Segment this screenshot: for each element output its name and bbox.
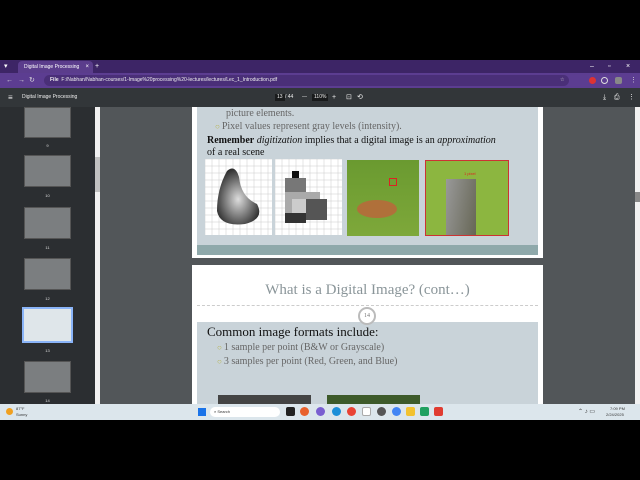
- app-red-icon[interactable]: [434, 407, 443, 416]
- taskbar-search[interactable]: ⌕ Search: [210, 407, 280, 417]
- thumbnail-label: 9: [46, 143, 49, 148]
- thumbnail-14[interactable]: [24, 361, 71, 393]
- slide-13: picture elements. Pixel values represent…: [197, 107, 538, 245]
- slide-heading: Common image formats include:: [207, 324, 379, 339]
- new-tab-button[interactable]: +: [95, 61, 99, 72]
- page-14: What is a Digital Image? (cont…) Common …: [192, 265, 543, 404]
- url-text: F:/Nabhan/Nabhan-courses/1-Image%20proce…: [61, 77, 278, 83]
- rotate-icon[interactable]: ⟲: [357, 88, 363, 107]
- app-icon[interactable]: [316, 407, 325, 416]
- thumbnail-12[interactable]: [24, 258, 71, 290]
- profile-avatar[interactable]: [615, 77, 622, 84]
- forward-icon[interactable]: →: [18, 75, 25, 86]
- back-icon[interactable]: ←: [6, 75, 13, 86]
- menu-icon[interactable]: ≡: [8, 88, 13, 107]
- zoom-out-button[interactable]: —: [302, 88, 307, 107]
- slide-number: 14: [358, 307, 376, 325]
- address-input[interactable]: File F:/Nabhan/Nabhan-courses/1-Image%20…: [44, 75, 569, 86]
- pixel-label: 1 pixel: [464, 171, 476, 176]
- tab-title: Digital Image Processing: [24, 64, 80, 70]
- notepad-icon[interactable]: [362, 407, 371, 416]
- copilot-icon[interactable]: [300, 407, 309, 416]
- file-badge: File: [50, 77, 59, 83]
- thumbnail-13[interactable]: [22, 307, 73, 343]
- thumbnail-label: 11: [45, 245, 50, 250]
- weather-temp: 87°F: [16, 406, 25, 411]
- zoom-input[interactable]: 110%: [312, 94, 329, 101]
- deer-photo: [347, 160, 419, 236]
- bookmark-star-icon[interactable]: ☆: [560, 75, 564, 86]
- tab-search-icon[interactable]: ▾: [4, 61, 8, 72]
- reload-icon[interactable]: ↻: [29, 75, 35, 86]
- main-scrollbar[interactable]: [635, 107, 640, 404]
- thumbnail-label: 13: [45, 348, 50, 353]
- extension-icon-2[interactable]: [601, 77, 608, 84]
- thumbnail-sidebar: [0, 107, 95, 404]
- restore-button[interactable]: ▫: [608, 61, 610, 72]
- remember-text-end: of a real scene: [207, 147, 265, 158]
- minimize-button[interactable]: –: [590, 61, 594, 72]
- more-options-icon[interactable]: ⋮: [628, 88, 635, 107]
- pixel-zoom-photo: 1 pixel: [425, 160, 509, 236]
- clock-date: 2/24/2025: [606, 412, 624, 417]
- thumbnail-10[interactable]: [24, 155, 71, 187]
- thumbnail-label: 14: [45, 398, 50, 403]
- thumbnail-9[interactable]: [24, 107, 71, 138]
- settings-icon[interactable]: [377, 407, 386, 416]
- document-title: Digital Image Processing: [22, 94, 78, 100]
- pdf-toolbar: ≡ Digital Image Processing 13 / 44 — 110…: [0, 88, 640, 107]
- close-window-button[interactable]: ×: [626, 61, 630, 72]
- grid-illustration: [205, 159, 342, 235]
- bullet-text: Pixel values represent gray levels (inte…: [215, 121, 402, 132]
- slide-title: What is a Digital Image? (cont…): [265, 282, 470, 298]
- search-placeholder: Search: [217, 409, 231, 414]
- page-13: picture elements. Pixel values represent…: [192, 107, 543, 258]
- bullet-text: 1 sample per point (B&W or Grayscale): [217, 342, 384, 353]
- weather-icon[interactable]: [6, 408, 13, 415]
- print-icon[interactable]: ⎙: [614, 88, 620, 107]
- system-tray-icons[interactable]: ⌃ ♪ ▭: [578, 408, 595, 415]
- remember-text: Remember digitization implies that a dig…: [207, 135, 496, 146]
- fit-page-icon[interactable]: ⊡: [346, 88, 352, 107]
- slide-14: Common image formats include: 1 sample p…: [197, 322, 538, 404]
- divider: [197, 305, 538, 306]
- pdf-viewer: picture elements. Pixel values represent…: [100, 107, 635, 404]
- color-photo: [327, 395, 420, 404]
- chrome-profile-icon[interactable]: [392, 407, 401, 416]
- zoom-in-button[interactable]: +: [332, 88, 336, 107]
- bullet-text: 3 samples per point (Red, Green, and Blu…: [217, 356, 398, 367]
- app-green-icon[interactable]: [420, 407, 429, 416]
- clock-time: 7:09 PM: [610, 406, 625, 411]
- page-total: / 44: [285, 94, 294, 100]
- extension-icon[interactable]: [589, 77, 596, 84]
- start-button[interactable]: [198, 408, 206, 416]
- page-number-input[interactable]: 13: [275, 94, 285, 101]
- download-icon[interactable]: ⤓: [603, 88, 606, 107]
- edge-icon[interactable]: [332, 407, 341, 416]
- grayscale-photo: [218, 395, 311, 404]
- tab-digital-image-processing[interactable]: Digital Image Processing ×: [18, 61, 93, 73]
- task-view-icon[interactable]: [286, 407, 295, 416]
- thumbnail-label: 10: [45, 193, 50, 198]
- close-tab-icon[interactable]: ×: [85, 61, 89, 73]
- browser-menu-icon[interactable]: ⋮: [630, 75, 637, 86]
- chrome-icon[interactable]: [347, 407, 356, 416]
- bullet-partial: picture elements.: [226, 108, 295, 119]
- slide-band: [197, 245, 538, 255]
- thumbnail-label: 12: [45, 296, 50, 301]
- thumbnail-11[interactable]: [24, 207, 71, 239]
- weather-desc: Sunny: [16, 412, 28, 417]
- file-explorer-icon[interactable]: [406, 407, 415, 416]
